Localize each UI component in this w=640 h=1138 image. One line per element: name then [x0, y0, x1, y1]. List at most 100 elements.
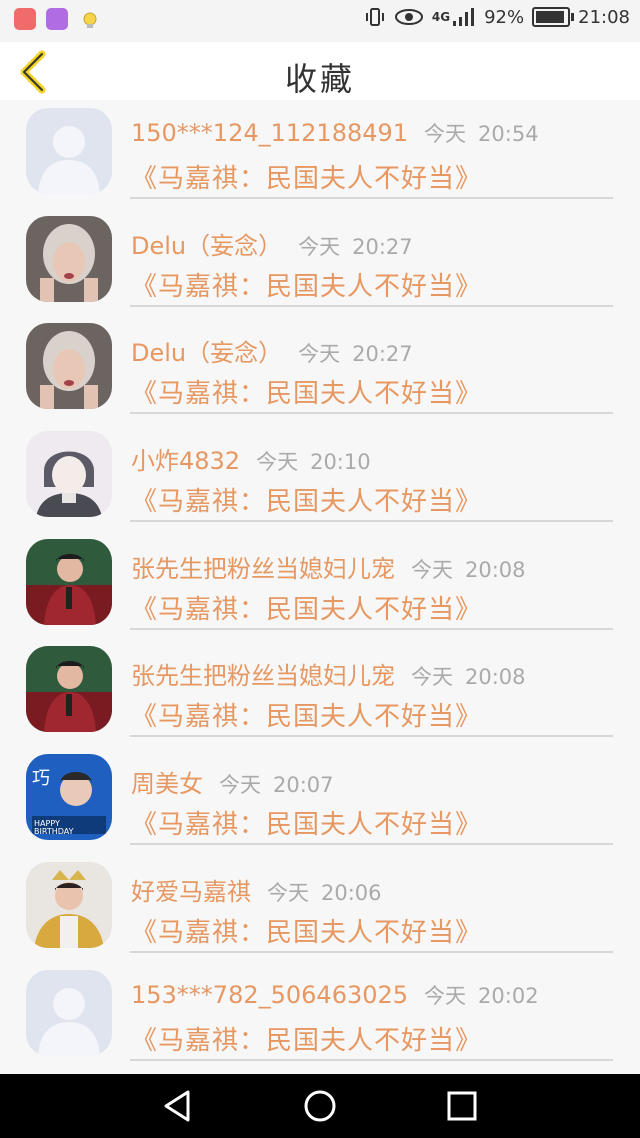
mail-notification-icon: [14, 8, 36, 30]
divider: [130, 412, 613, 415]
status-bar: 4G 92% 21:08: [0, 0, 640, 42]
page-title: 收藏: [284, 60, 355, 98]
timestamp-day: 今天: [267, 880, 309, 905]
timestamp-day: 今天: [219, 773, 261, 798]
name-line: 好爱马嘉祺 今天 20:06: [131, 872, 382, 907]
timestamp: 今天 20:54: [424, 122, 539, 146]
avatar[interactable]: [26, 969, 112, 1056]
user-name[interactable]: Delu（妄念）: [131, 339, 282, 367]
timestamp: 今天 20:02: [424, 984, 539, 1008]
user-name[interactable]: 张先生把粉丝当媳妇儿宠: [131, 555, 395, 583]
gallery-notification-icon: [46, 8, 68, 30]
divider: [130, 304, 613, 307]
lightbulb-notification-icon: [83, 12, 97, 28]
eye-comfort-icon: [394, 9, 423, 25]
name-line: 周美女 今天 20:07: [131, 764, 334, 799]
system-nav-bar: [0, 1074, 640, 1138]
user-name[interactable]: Delu（妄念）: [131, 232, 282, 260]
book-title[interactable]: 《马嘉祺：民国夫人不好当》: [131, 158, 482, 195]
name-line: 150***124_112188491 今天 20:54: [131, 118, 539, 148]
timestamp-time: 20:08: [465, 665, 526, 690]
divider: [130, 1058, 613, 1061]
book-title[interactable]: 《马嘉祺：民国夫人不好当》: [131, 696, 482, 733]
divider: [130, 627, 613, 630]
book-title[interactable]: 《马嘉祺：民国夫人不好当》: [131, 373, 482, 410]
battery-icon: [532, 7, 575, 27]
timestamp: 今天 20:10: [256, 450, 371, 474]
timestamp: 今天 20:06: [267, 881, 382, 905]
avatar[interactable]: [26, 431, 112, 518]
svg-text:BIRTHDAY: BIRTHDAY: [34, 827, 74, 836]
timestamp-day: 今天: [424, 983, 467, 1008]
nav-recents-icon[interactable]: [444, 1088, 480, 1124]
list-item[interactable]: 张先生把粉丝当媳妇儿宠 今天 20:08 《马嘉祺：民国夫人不好当》: [0, 531, 640, 639]
user-name[interactable]: 周美女: [131, 770, 203, 798]
timestamp-time: 20:08: [465, 557, 526, 582]
book-title[interactable]: 《马嘉祺：民国夫人不好当》: [131, 589, 482, 626]
list-item[interactable]: Delu（妄念） 今天 20:27 《马嘉祺：民国夫人不好当》: [0, 208, 640, 316]
timestamp-day: 今天: [298, 234, 341, 259]
nav-back-icon[interactable]: [160, 1088, 196, 1124]
divider: [130, 735, 613, 738]
name-line: 153***782_506463025 今天 20:02: [131, 980, 539, 1010]
battery-percent: 92%: [484, 6, 525, 28]
user-name[interactable]: 小炸4832: [131, 447, 240, 475]
name-line: 小炸4832 今天 20:10: [131, 441, 371, 476]
list-item[interactable]: 150***124_112188491 今天 20:54 《马嘉祺：民国夫人不好当》: [0, 100, 640, 208]
user-name[interactable]: 张先生把粉丝当媳妇儿宠: [131, 662, 395, 690]
avatar[interactable]: [26, 215, 112, 302]
timestamp: 今天 20:27: [298, 235, 413, 259]
list-item[interactable]: 153***782_506463025 今天 20:02 《马嘉祺：民国夫人不好当》: [0, 962, 640, 1070]
book-title[interactable]: 《马嘉祺：民国夫人不好当》: [131, 1020, 482, 1057]
user-name[interactable]: 150***124_112188491: [131, 119, 408, 147]
avatar[interactable]: HAPPY BIRTHDAY 巧: [26, 754, 112, 841]
book-title[interactable]: 《马嘉祺：民国夫人不好当》: [131, 804, 482, 841]
clock: 21:08: [578, 6, 630, 28]
timestamp-time: 20:07: [273, 773, 334, 798]
list-item[interactable]: HAPPY BIRTHDAY 巧周美女 今天 20:07 《马嘉祺：民国夫人不好当》: [0, 746, 640, 854]
user-name[interactable]: 好爱马嘉祺: [131, 878, 251, 906]
list-item[interactable]: Delu（妄念） 今天 20:27 《马嘉祺：民国夫人不好当》: [0, 315, 640, 423]
timestamp-time: 20:27: [352, 342, 413, 367]
timestamp: 今天 20:07: [219, 773, 334, 797]
nav-home-icon[interactable]: [302, 1088, 338, 1124]
name-line: 张先生把粉丝当媳妇儿宠 今天 20:08: [131, 549, 526, 584]
timestamp-time: 20:10: [310, 450, 371, 475]
avatar[interactable]: [26, 538, 112, 625]
avatar[interactable]: [26, 108, 112, 194]
svg-text:巧: 巧: [32, 768, 50, 789]
divider: [130, 950, 613, 953]
list-item[interactable]: 好爱马嘉祺 今天 20:06 《马嘉祺：民国夫人不好当》: [0, 854, 640, 962]
name-line: Delu（妄念） 今天 20:27: [131, 333, 413, 368]
timestamp-time: 20:02: [478, 983, 539, 1008]
name-line: 张先生把粉丝当媳妇儿宠 今天 20:08: [131, 656, 526, 691]
divider: [130, 520, 613, 523]
book-title[interactable]: 《马嘉祺：民国夫人不好当》: [131, 266, 482, 303]
timestamp: 今天 20:27: [298, 342, 413, 366]
app-header: 收藏: [0, 42, 640, 100]
timestamp-day: 今天: [256, 450, 299, 475]
list-item[interactable]: 张先生把粉丝当媳妇儿宠 今天 20:08 《马嘉祺：民国夫人不好当》: [0, 638, 640, 746]
timestamp: 今天 20:08: [411, 558, 526, 582]
signal-icon: [453, 8, 475, 26]
book-title[interactable]: 《马嘉祺：民国夫人不好当》: [131, 912, 482, 949]
timestamp-day: 今天: [411, 665, 453, 690]
avatar[interactable]: [26, 323, 112, 410]
vibrate-icon: [365, 8, 384, 26]
list-item[interactable]: 小炸4832 今天 20:10 《马嘉祺：民国夫人不好当》: [0, 423, 640, 531]
timestamp-time: 20:54: [478, 122, 539, 146]
timestamp-day: 今天: [298, 342, 341, 367]
divider: [130, 843, 613, 846]
network-type: 4G: [431, 10, 451, 24]
favorites-list: 150***124_112188491 今天 20:54 《马嘉祺：民国夫人不好当》 D…: [0, 100, 640, 1069]
user-name[interactable]: 153***782_506463025: [131, 981, 408, 1009]
timestamp: 今天 20:08: [411, 665, 526, 689]
timestamp-day: 今天: [424, 122, 467, 146]
timestamp-time: 20:27: [352, 234, 413, 259]
book-title[interactable]: 《马嘉祺：民国夫人不好当》: [131, 481, 482, 518]
avatar[interactable]: [26, 646, 112, 733]
timestamp-day: 今天: [411, 557, 453, 582]
divider: [130, 197, 613, 199]
avatar[interactable]: [26, 861, 112, 948]
timestamp-time: 20:06: [321, 880, 382, 905]
